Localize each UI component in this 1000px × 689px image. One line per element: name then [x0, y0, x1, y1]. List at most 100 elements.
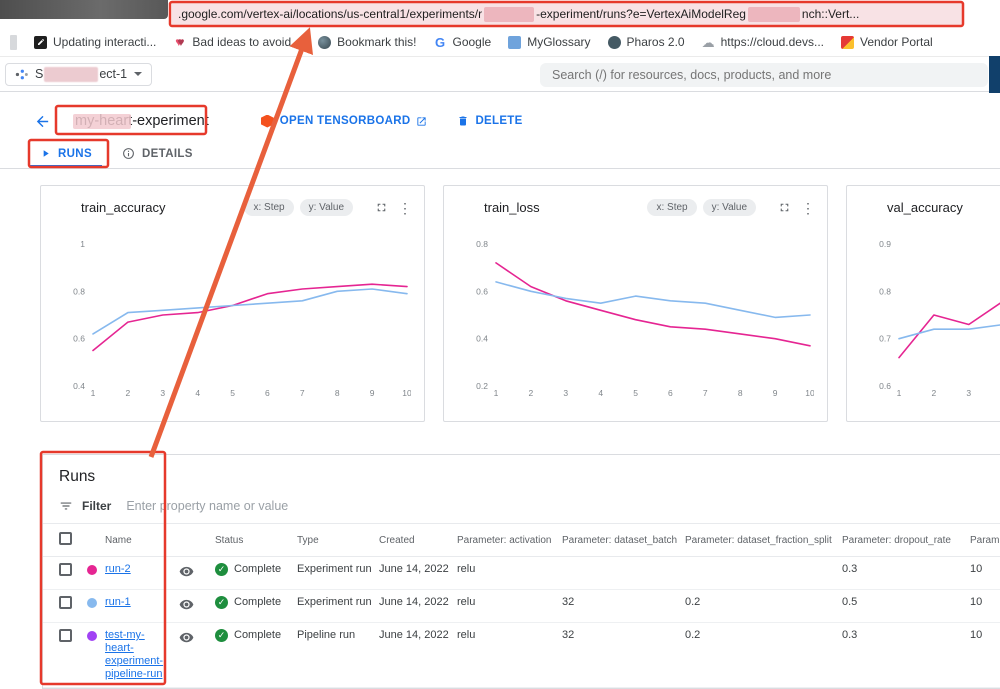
- axis-chip[interactable]: y: Value: [300, 199, 353, 216]
- visibility-icon[interactable]: [179, 630, 194, 645]
- column-header: Parameter: activation: [457, 535, 562, 546]
- column-header: Parameter: dropout_rate: [842, 535, 970, 546]
- console-search[interactable]: [540, 63, 988, 87]
- chart-card-train-accuracy: train_accuracy x: Step y: Value ⋮ 1 0.8 0.6…: [40, 185, 425, 422]
- svg-text:7: 7: [300, 388, 305, 398]
- svg-text:2: 2: [932, 388, 937, 398]
- visibility-icon[interactable]: [179, 597, 194, 612]
- runs-filter[interactable]: Filter Enter property name or value: [43, 495, 1000, 523]
- globe-icon: [318, 36, 331, 49]
- url-bar[interactable]: .google.com/vertex-ai/locations/us-centr…: [172, 3, 962, 25]
- run-param: 0.3: [842, 563, 970, 576]
- svg-text:0.2: 0.2: [476, 381, 488, 391]
- bookmark-item[interactable]: GGoogle: [434, 35, 492, 49]
- run-name-link[interactable]: run-1: [105, 596, 131, 608]
- run-name-link[interactable]: run-2: [105, 563, 131, 575]
- complete-check-icon: ✓: [215, 563, 228, 576]
- project-name: S ect-1: [35, 67, 127, 82]
- cloud-icon: ☁: [702, 36, 715, 49]
- filter-icon: [59, 499, 73, 513]
- row-checkbox[interactable]: [59, 629, 72, 642]
- bookmark-item[interactable]: Pharos 2.0: [608, 35, 685, 49]
- run-color-dot: [87, 598, 97, 608]
- status-badge: ✓Complete: [215, 596, 297, 609]
- open-tensorboard-button[interactable]: OPEN TENSORBOARD: [261, 115, 428, 128]
- url-segment: -experiment/runs?e=VertexAiModelReg: [536, 7, 746, 21]
- bookmark-label: Vendor Portal: [860, 35, 933, 49]
- console-header: S ect-1: [0, 57, 1000, 92]
- hearts-icon: ♥♥: [173, 36, 186, 49]
- url-redaction: [748, 7, 800, 22]
- svg-text:0.8: 0.8: [476, 239, 488, 249]
- row-checkbox[interactable]: [59, 596, 72, 609]
- url-redaction: [484, 7, 534, 22]
- bookmark-item[interactable]: ♥♥ Bad ideas to avoid...: [173, 35, 301, 49]
- column-header: Param: [970, 535, 1000, 546]
- svg-text:6: 6: [668, 388, 673, 398]
- svg-text:0.4: 0.4: [476, 334, 488, 344]
- svg-text:10: 10: [402, 388, 411, 398]
- column-header: Parameter: dataset_batch: [562, 535, 685, 546]
- svg-text:1: 1: [91, 388, 96, 398]
- table-row: run-1✓CompleteExperiment runJune 14, 202…: [43, 590, 1000, 623]
- bookmark-label: Bad ideas to avoid...: [192, 35, 301, 49]
- svg-text:0.4: 0.4: [73, 381, 85, 391]
- screen-edge-artifact: [989, 56, 1000, 93]
- run-param: 0.3: [842, 629, 970, 642]
- search-input[interactable]: [550, 67, 978, 83]
- filter-placeholder: Enter property name or value: [126, 499, 288, 513]
- svg-text:0.8: 0.8: [73, 286, 85, 296]
- tab-details[interactable]: DETAILS: [112, 142, 203, 168]
- run-type: Experiment run: [297, 563, 379, 576]
- row-checkbox[interactable]: [59, 563, 72, 576]
- line-chart: 10.80.60.412345678910: [55, 218, 411, 400]
- shield-icon: [841, 36, 854, 49]
- bookmark-item[interactable]: ☁https://cloud.devs...: [702, 35, 824, 49]
- run-created: June 14, 2022: [379, 563, 457, 576]
- column-header: Type: [297, 535, 379, 546]
- chart-title: train_accuracy: [55, 200, 166, 215]
- run-param: 32: [562, 596, 685, 609]
- bookmark-item[interactable]: MyGlossary: [508, 35, 590, 49]
- delete-button[interactable]: DELETE: [457, 115, 522, 127]
- back-button[interactable]: [34, 113, 51, 130]
- project-name-redaction: [44, 67, 98, 82]
- run-param: 0.5: [842, 596, 970, 609]
- play-icon: [40, 148, 51, 159]
- axis-chip[interactable]: x: Step: [244, 199, 293, 216]
- svg-text:3: 3: [563, 388, 568, 398]
- fullscreen-icon[interactable]: [375, 201, 388, 214]
- page-header: my-heart-experiment OPEN TENSORBOARD DEL…: [34, 108, 1000, 134]
- bookmark-item[interactable]: Updating interacti...: [34, 35, 156, 49]
- more-options-icon[interactable]: ⋮: [801, 201, 815, 215]
- svg-text:0.6: 0.6: [879, 381, 891, 391]
- svg-text:2: 2: [126, 388, 131, 398]
- column-header: Status: [215, 535, 297, 546]
- bookmark-item[interactable]: Vendor Portal: [841, 35, 933, 49]
- url-text: .google.com/vertex-ai/locations/us-centr…: [178, 7, 859, 22]
- title-redaction: [73, 114, 131, 129]
- bookmark-item[interactable]: Bookmark this!: [318, 35, 416, 49]
- more-options-icon[interactable]: ⋮: [398, 201, 412, 215]
- svg-text:5: 5: [230, 388, 235, 398]
- axis-chip[interactable]: y: Value: [703, 199, 756, 216]
- run-name-link[interactable]: test-my-heart-experiment-pipeline-run: [105, 629, 163, 680]
- project-selector[interactable]: S ect-1: [5, 63, 152, 86]
- metrics-charts-row: train_accuracy x: Step y: Value ⋮ 1 0.8 0.6…: [40, 185, 1000, 422]
- table-row: run-2✓CompleteExperiment runJune 14, 202…: [43, 557, 1000, 590]
- fullscreen-icon[interactable]: [778, 201, 791, 214]
- axis-chips: x: Step y: Value: [647, 199, 756, 216]
- axis-chips: x: Step y: Value: [244, 199, 353, 216]
- axis-chip[interactable]: x: Step: [647, 199, 696, 216]
- run-color-dot: [87, 631, 97, 641]
- pen-square-icon: [34, 36, 47, 49]
- bookmarks-items: Updating interacti... ♥♥ Bad ideas to avoi…: [34, 35, 933, 49]
- svg-text:1: 1: [494, 388, 499, 398]
- select-all-checkbox[interactable]: [59, 532, 72, 545]
- svg-text:4: 4: [195, 388, 200, 398]
- url-segment: .google.com/vertex-ai/locations/us-centr…: [178, 7, 482, 21]
- svg-text:10: 10: [805, 388, 814, 398]
- visibility-icon[interactable]: [179, 564, 194, 579]
- tab-runs[interactable]: RUNS: [30, 142, 102, 168]
- svg-text:0.6: 0.6: [73, 334, 85, 344]
